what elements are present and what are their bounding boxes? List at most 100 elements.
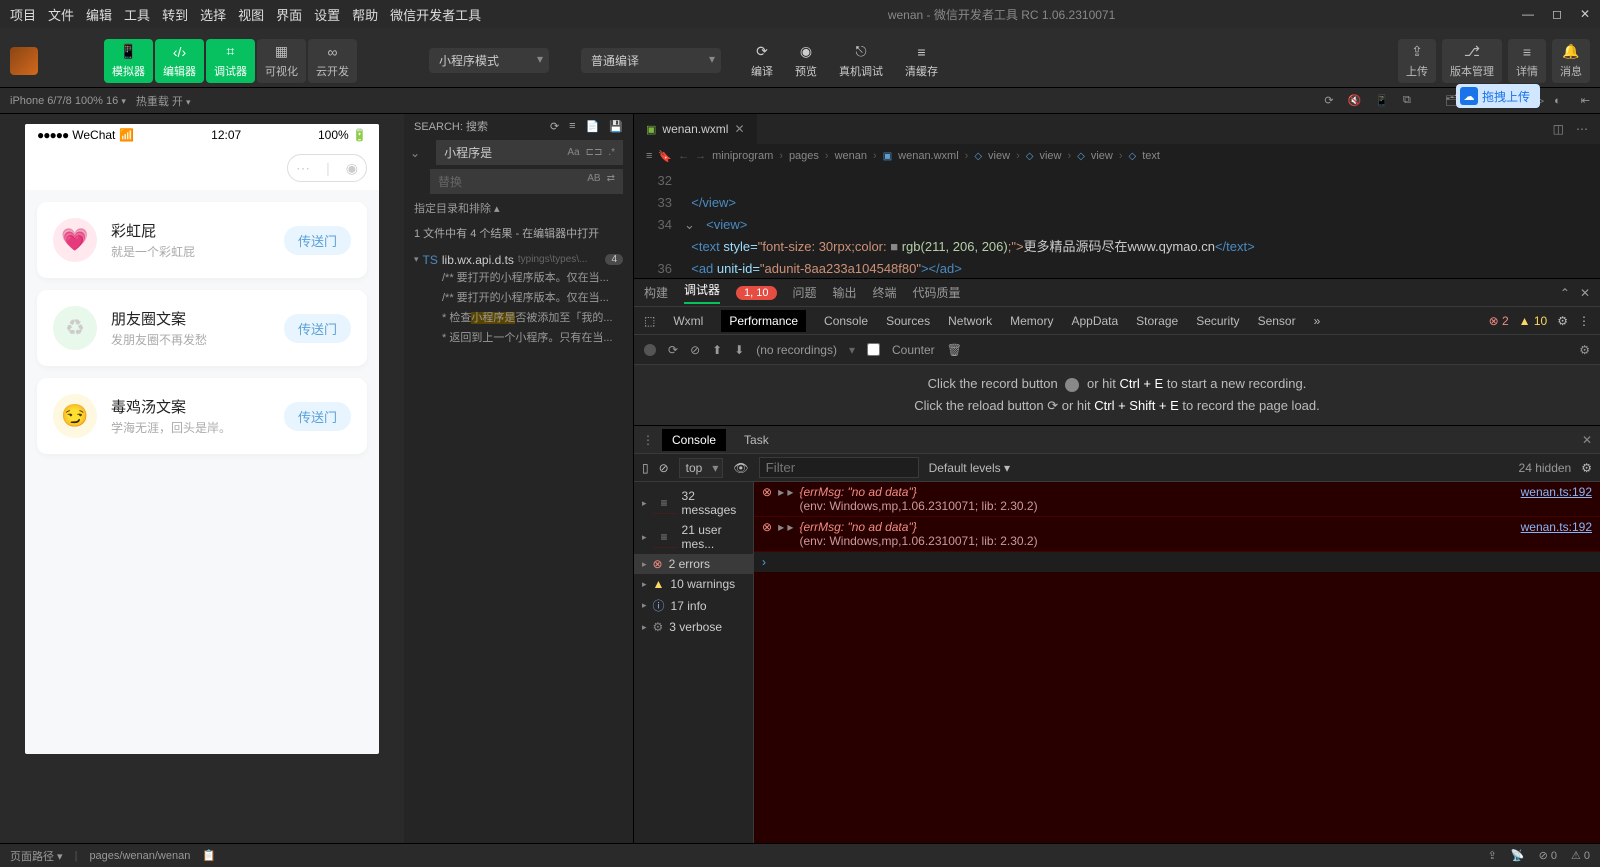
tab-wxml[interactable]: Wxml — [673, 314, 703, 328]
tab-terminal[interactable]: 终端 — [873, 284, 897, 301]
tab-storage[interactable]: Storage — [1136, 314, 1178, 328]
more-tabs-icon[interactable]: » — [1314, 314, 1321, 328]
split-editor-icon[interactable]: ◫ — [1553, 122, 1564, 136]
devtools-kebab-icon[interactable]: ⋮ — [1578, 314, 1590, 328]
capsule-close-icon[interactable]: ◉ — [346, 160, 358, 177]
console-filter-row[interactable]: ▸ ⚙ 3 verbose — [634, 617, 753, 637]
source-link[interactable]: wenan.ts:192 — [1521, 485, 1592, 513]
tab-sensor[interactable]: Sensor — [1258, 314, 1296, 328]
tab-problems[interactable]: 问题 — [793, 284, 817, 301]
card-button[interactable]: 传送门 — [284, 226, 351, 255]
console-prompt[interactable]: › — [754, 552, 1600, 572]
tab-quality[interactable]: 代码质量 — [913, 284, 961, 301]
drawer-kebab-icon[interactable]: ⋮ — [642, 433, 654, 447]
pagepath-label[interactable]: 页面路径 ▾ — [10, 848, 63, 864]
code-editor[interactable]: 32333436 </view> ⌄ <view> <text style="f… — [634, 168, 1600, 278]
tab-close-icon[interactable]: ✕ — [734, 122, 744, 136]
console-filter-row[interactable]: ▸ ≡ 32 messages — [634, 486, 753, 520]
tab-security[interactable]: Security — [1196, 314, 1239, 328]
perf-download-icon[interactable]: ⬇ — [734, 343, 744, 357]
sim-device-icon[interactable]: 📱 — [1375, 94, 1389, 107]
tab-debugger[interactable]: 调试器 — [684, 281, 720, 304]
status-warnings[interactable]: ⚠ 0 — [1571, 849, 1590, 862]
maximize-icon[interactable]: ◻ — [1552, 7, 1562, 21]
forward-icon[interactable]: → — [695, 150, 706, 162]
hidden-count[interactable]: 24 hidden — [1519, 461, 1572, 475]
content-card[interactable]: 💗 彩虹屁 就是一个彩虹屁 传送门 — [37, 202, 367, 278]
search-result-line[interactable]: * 检查小程序是否被添加至「我的... — [414, 307, 623, 327]
menu-help[interactable]: 帮助 — [352, 5, 378, 24]
status-upload-icon[interactable]: ⇪ — [1488, 849, 1497, 862]
pagepath-copy-icon[interactable]: 📋 — [202, 849, 216, 862]
debugger-button[interactable]: ⌗调试器 — [206, 39, 255, 83]
menu-select[interactable]: 选择 — [200, 5, 226, 24]
tab-performance[interactable]: Performance — [721, 310, 806, 332]
version-button[interactable]: ⎇版本管理 — [1442, 39, 1502, 83]
devtools-settings-icon[interactable]: ⚙ — [1557, 314, 1568, 328]
menu-goto[interactable]: 转到 — [162, 5, 188, 24]
outline-icon[interactable]: ≡ — [646, 150, 652, 162]
details-button[interactable]: ≡详情 — [1508, 39, 1546, 83]
device-selector[interactable]: iPhone 6/7/8 100% 16 ▾ — [10, 95, 126, 107]
user-avatar[interactable] — [10, 47, 38, 75]
console-error-message[interactable]: ⊗ ▸ ▸ {errMsg: "no ad data"}(env: Window… — [754, 517, 1600, 552]
perf-upload-icon[interactable]: ⬆ — [712, 343, 722, 357]
search-result-line[interactable]: /** 要打开的小程序版本。仅在当... — [414, 287, 623, 307]
console-messages[interactable]: ⊗ ▸ ▸ {errMsg: "no ad data"}(env: Window… — [754, 482, 1600, 843]
console-filter-row[interactable]: ▸ ⊗ 2 errors — [634, 554, 753, 574]
warning-badge[interactable]: ▲ 10 — [1519, 314, 1548, 328]
replace-input[interactable]: 替换 AB⇄ — [430, 169, 623, 194]
console-clear-icon[interactable]: ⊘ — [659, 461, 669, 475]
inspect-icon[interactable]: ⬚ — [644, 314, 655, 328]
console-filter-row[interactable]: ▸ ▲ 10 warnings — [634, 574, 753, 594]
more-editor-icon[interactable]: ⋯ — [1576, 122, 1588, 136]
cloud-button[interactable]: ∞云开发 — [308, 39, 357, 83]
card-button[interactable]: 传送门 — [284, 402, 351, 431]
status-broadcast-icon[interactable]: 📡 — [1511, 849, 1525, 862]
tab-memory[interactable]: Memory — [1010, 314, 1053, 328]
menu-wxdevtool[interactable]: 微信开发者工具 — [390, 5, 481, 24]
new-file-icon[interactable]: 📄 — [586, 120, 600, 133]
hot-reload-toggle[interactable]: 热重载 开 ▾ — [136, 93, 191, 109]
live-expr-icon[interactable]: 👁 — [733, 461, 748, 475]
simulator-button[interactable]: 📱模拟器 — [104, 39, 153, 83]
code-content[interactable]: </view> ⌄ <view> <text style="font-size:… — [684, 168, 1600, 278]
perf-clear-icon[interactable]: ⊘ — [690, 343, 700, 357]
capsule-menu[interactable]: ⋯|◉ — [287, 154, 367, 182]
content-card[interactable]: ♻ 朋友圈文案 发朋友圈不再发愁 传送门 — [37, 290, 367, 366]
fill-icon[interactable]: ◐ — [1554, 95, 1561, 107]
editor-button[interactable]: ‹/›编辑器 — [155, 39, 204, 83]
upload-button[interactable]: ⇪上传 — [1398, 39, 1436, 83]
save-search-icon[interactable]: 💾 — [609, 120, 623, 133]
back-icon[interactable]: ← — [678, 150, 689, 162]
compile-dropdown[interactable]: 普通编译 — [581, 48, 721, 73]
remote-debug-button[interactable]: ⎋真机调试 — [831, 39, 891, 83]
source-link[interactable]: wenan.ts:192 — [1521, 520, 1592, 548]
visual-button[interactable]: ▦可视化 — [257, 39, 306, 83]
menu-project[interactable]: 项目 — [10, 5, 36, 24]
levels-selector[interactable]: Default levels ▾ — [929, 461, 1010, 475]
collapse-icon[interactable]: ⌃ — [1560, 286, 1570, 300]
compile-button[interactable]: ⟳编译 — [743, 39, 781, 83]
menu-edit[interactable]: 编辑 — [86, 5, 112, 24]
context-selector[interactable]: top — [679, 458, 724, 478]
message-button[interactable]: 🔔消息 — [1552, 39, 1590, 83]
counter-checkbox[interactable] — [867, 343, 880, 356]
sim-mute-icon[interactable]: 🔇 — [1348, 94, 1362, 107]
whole-word-icon[interactable]: ⊏⊐ — [586, 147, 603, 158]
perf-settings-icon[interactable]: ⚙ — [1579, 343, 1590, 357]
regex-icon[interactable]: .* — [608, 147, 615, 158]
sim-refresh-icon[interactable]: ⟳ — [1324, 94, 1333, 107]
tab-output[interactable]: 输出 — [833, 284, 857, 301]
search-exclude-toggle[interactable]: 指定目录和排除 ▴ — [404, 196, 633, 220]
mode-dropdown[interactable]: 小程序模式 — [429, 48, 549, 73]
minimize-icon[interactable]: — — [1522, 7, 1534, 21]
match-case-icon[interactable]: Aa — [567, 147, 579, 158]
content-card[interactable]: 😏 毒鸡汤文案 学海无涯，回头是岸。 传送门 — [37, 378, 367, 454]
tab-appdata[interactable]: AppData — [1071, 314, 1118, 328]
drawer-close-icon[interactable]: ✕ — [1582, 433, 1592, 447]
drawer-tab-console[interactable]: Console — [662, 429, 726, 451]
editor-tab-active[interactable]: ▣ wenan.wxml ✕ — [634, 114, 757, 144]
search-result-line[interactable]: * 返回到上一个小程序。只有在当... — [414, 327, 623, 347]
search-input[interactable]: 小程序是 Aa⊏⊐.* — [436, 140, 623, 165]
